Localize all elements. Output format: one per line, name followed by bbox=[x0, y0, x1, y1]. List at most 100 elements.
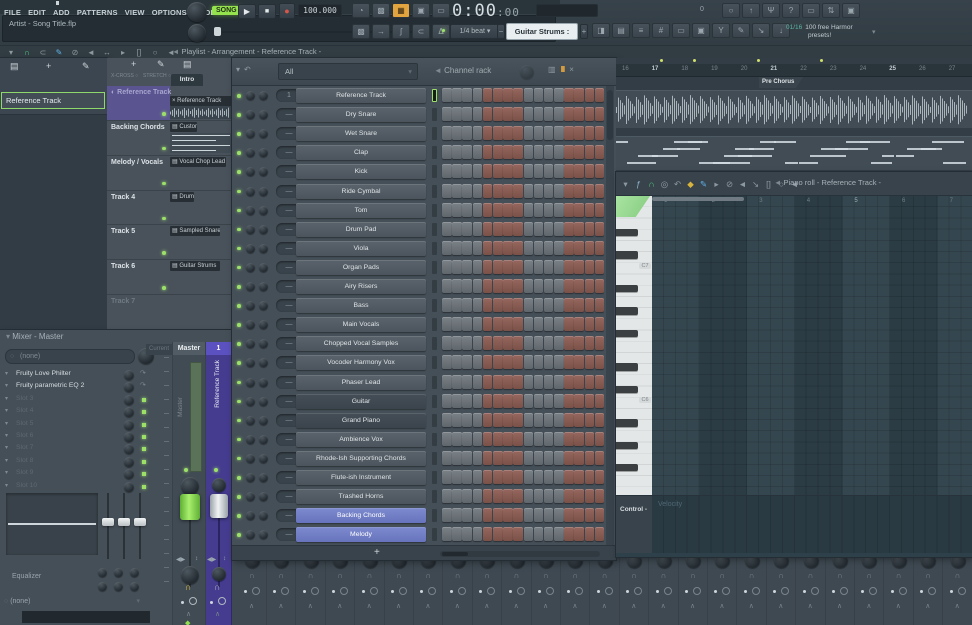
step-cell[interactable] bbox=[503, 317, 513, 331]
clip-header[interactable]: ▤ Vocal Chop Lead bbox=[170, 157, 226, 167]
mute-led[interactable] bbox=[567, 590, 570, 593]
step-cell[interactable] bbox=[595, 260, 604, 274]
prev-instrument-button[interactable]: − bbox=[497, 24, 505, 39]
step-cell[interactable] bbox=[452, 241, 462, 255]
step-cell[interactable] bbox=[503, 126, 513, 140]
channel-volume-knob[interactable] bbox=[259, 378, 268, 387]
time-display[interactable]: 0:00:00 bbox=[452, 1, 520, 21]
step-cell[interactable] bbox=[554, 164, 564, 178]
step-cell[interactable] bbox=[534, 394, 544, 408]
caret-up-icon[interactable]: ∧ bbox=[925, 602, 930, 610]
headphone-icon[interactable]: ∩ bbox=[337, 571, 343, 580]
caret-up-icon[interactable]: ∧ bbox=[455, 602, 460, 610]
channel-led[interactable] bbox=[237, 94, 241, 98]
caret-up-icon[interactable]: ∧ bbox=[631, 602, 636, 610]
step-cell[interactable] bbox=[483, 489, 493, 503]
step-cell[interactable] bbox=[513, 241, 523, 255]
track-led[interactable] bbox=[162, 147, 166, 151]
step-cell[interactable] bbox=[534, 336, 544, 350]
clip-header[interactable]: ▤ Custom bbox=[170, 122, 197, 132]
step-cell[interactable] bbox=[554, 336, 564, 350]
step-cell[interactable] bbox=[452, 222, 462, 236]
step-cell[interactable] bbox=[524, 355, 534, 369]
step-cell[interactable] bbox=[442, 489, 452, 503]
channel-volume-knob[interactable] bbox=[259, 530, 268, 539]
step-cell[interactable] bbox=[574, 126, 584, 140]
step-cell[interactable] bbox=[483, 279, 493, 293]
step-cell[interactable] bbox=[442, 432, 452, 446]
step-cell[interactable] bbox=[483, 145, 493, 159]
channel-pan-knob[interactable] bbox=[246, 511, 255, 520]
step-cell[interactable] bbox=[564, 432, 574, 446]
step-cell[interactable] bbox=[462, 508, 472, 522]
step-cell[interactable] bbox=[493, 336, 503, 350]
step-cell[interactable] bbox=[493, 489, 503, 503]
channel-volume-knob[interactable] bbox=[259, 206, 268, 215]
step-cell[interactable] bbox=[554, 241, 564, 255]
caret-up-icon[interactable]: ∧ bbox=[484, 602, 489, 610]
step-cell[interactable] bbox=[534, 317, 544, 331]
channel-pan-knob[interactable] bbox=[246, 339, 255, 348]
caret-up-icon[interactable]: ∧ bbox=[896, 602, 901, 610]
mixer-track[interactable]: ∩∧ bbox=[620, 548, 649, 625]
piano-key-black[interactable] bbox=[616, 285, 638, 293]
step-cell[interactable] bbox=[503, 432, 513, 446]
headphone-icon[interactable]: ∩ bbox=[955, 571, 961, 580]
step-cell[interactable] bbox=[544, 126, 554, 140]
mute-led[interactable] bbox=[950, 590, 953, 593]
mute-led[interactable] bbox=[891, 590, 894, 593]
caret-up-icon[interactable]: ∧ bbox=[278, 602, 283, 610]
step-cell[interactable] bbox=[452, 489, 462, 503]
step-cell[interactable] bbox=[534, 375, 544, 389]
channel-led[interactable] bbox=[237, 228, 241, 232]
step-cell[interactable] bbox=[585, 145, 595, 159]
headphone-icon[interactable]: ∩ bbox=[572, 571, 578, 580]
channel-button[interactable]: Grand Piano bbox=[296, 413, 426, 428]
step-cell[interactable] bbox=[503, 88, 513, 102]
plus-icon[interactable]: + bbox=[46, 61, 51, 72]
mute-led[interactable] bbox=[332, 590, 335, 593]
step-cell[interactable] bbox=[452, 298, 462, 312]
playlist-track-row[interactable]: Track 4▤ Drums bbox=[107, 191, 232, 226]
step-cell[interactable] bbox=[452, 394, 462, 408]
copy-icon[interactable]: ▣ bbox=[412, 3, 430, 18]
step-cell[interactable] bbox=[513, 298, 523, 312]
step-cell[interactable] bbox=[524, 527, 534, 541]
step-cell[interactable] bbox=[554, 527, 564, 541]
step-cell[interactable] bbox=[493, 279, 503, 293]
piano-key-black[interactable] bbox=[616, 464, 638, 472]
track-led[interactable] bbox=[162, 286, 166, 290]
step-cell[interactable] bbox=[462, 222, 472, 236]
slot-mix-knob[interactable] bbox=[124, 432, 134, 442]
step-cell[interactable] bbox=[462, 279, 472, 293]
channel-pan-knob[interactable] bbox=[246, 129, 255, 138]
slot-caret-icon[interactable]: ▾ bbox=[5, 420, 8, 427]
step-cell[interactable] bbox=[442, 508, 452, 522]
cursor-icon[interactable]: ▸ bbox=[710, 173, 723, 195]
step-cell[interactable] bbox=[442, 241, 452, 255]
step-cell[interactable] bbox=[503, 451, 513, 465]
channel-button[interactable]: Dry Snare bbox=[296, 107, 426, 122]
caret-down-icon[interactable]: ▾ bbox=[3, 47, 19, 58]
step-cell[interactable] bbox=[574, 451, 584, 465]
step-cell[interactable] bbox=[442, 375, 452, 389]
channel-volume-knob[interactable] bbox=[259, 129, 268, 138]
step-cell[interactable] bbox=[473, 184, 483, 198]
step-cell[interactable] bbox=[554, 508, 564, 522]
step-cell[interactable] bbox=[462, 88, 472, 102]
piano-key-black[interactable] bbox=[616, 307, 638, 315]
mixer-search-box[interactable]: ○(none) bbox=[5, 349, 135, 364]
book-icon[interactable]: ▤ bbox=[10, 61, 19, 72]
slash-icon[interactable]: ⊘ bbox=[67, 47, 83, 58]
strip1-solo-ring[interactable] bbox=[218, 597, 226, 605]
instrument-selector[interactable]: Guitar Strums : bbox=[506, 23, 578, 40]
headphone-icon[interactable]: ∩ bbox=[396, 571, 402, 580]
step-cell[interactable] bbox=[483, 317, 493, 331]
master-pan-knob[interactable] bbox=[181, 477, 199, 495]
magnet-icon[interactable]: ∩ bbox=[645, 173, 658, 195]
step-cell[interactable] bbox=[595, 489, 604, 503]
playlist-track-row[interactable]: Melody / Vocals▤ Vocal Chop Lead bbox=[107, 156, 232, 191]
step-cell[interactable] bbox=[595, 432, 604, 446]
step-cell[interactable] bbox=[585, 222, 595, 236]
channel-volume-knob[interactable] bbox=[259, 187, 268, 196]
